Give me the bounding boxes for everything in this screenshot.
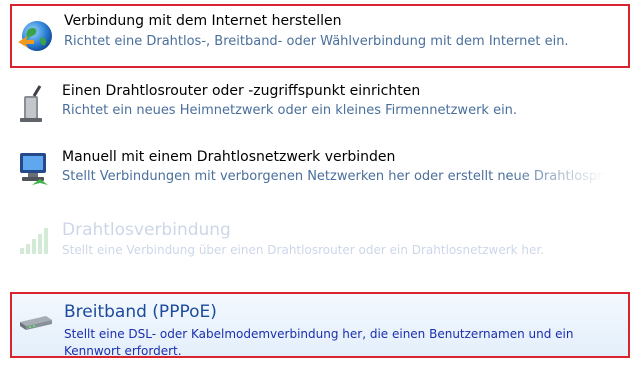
option-title: Manuell mit einem Drahtlosnetzwerk verbi… [62,149,396,165]
connection-title: Breitband (PPPoE) [64,302,217,322]
connection-description: Stellt eine Verbindung über einen Drahtl… [62,243,545,257]
modem-icon [16,302,56,342]
connection-title: Drahtlosverbindung [62,220,231,240]
wireless-computer-icon [14,149,54,189]
connection-wireless[interactable]: Drahtlosverbindung Stellt eine Verbindun… [10,210,630,280]
globe-icon [16,16,56,56]
signal-bars-icon [14,220,54,260]
text-fade [510,145,630,199]
connection-description: Stellt eine DSL- oder Kabelmodemverbindu… [64,327,574,358]
router-icon [14,84,54,124]
connection-broadband-pppoe[interactable]: Breitband (PPPoE) Stellt eine DSL- oder … [10,292,630,358]
option-connect-internet[interactable]: Verbindung mit dem Internet herstellen R… [10,4,630,68]
option-title: Verbindung mit dem Internet herstellen [64,13,342,29]
option-description: Richtet eine Drahtlos-, Breitband- oder … [64,34,569,49]
option-manual-wireless[interactable]: Manuell mit einem Drahtlosnetzwerk verbi… [10,145,630,199]
option-setup-router[interactable]: Einen Drahtlosrouter oder -zugriffspunkt… [10,79,630,133]
option-description: Richtet ein neues Heimnetzwerk oder ein … [62,103,518,118]
option-title: Einen Drahtlosrouter oder -zugriffspunkt… [62,83,421,99]
